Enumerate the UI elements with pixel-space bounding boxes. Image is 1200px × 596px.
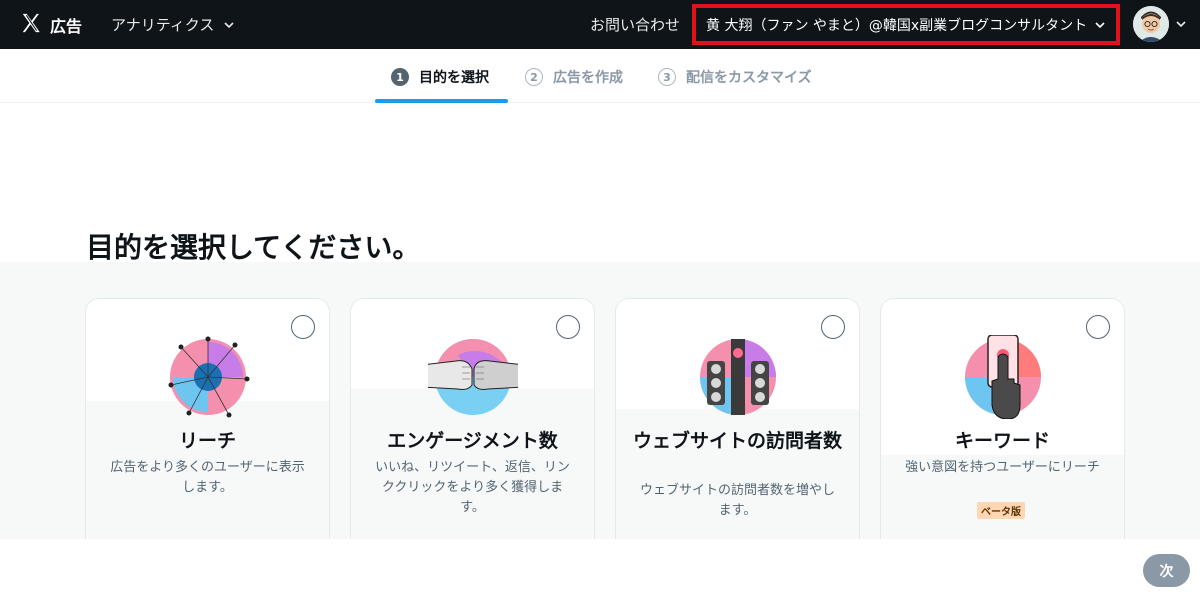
- brand-label[interactable]: 広告: [50, 13, 82, 37]
- step-number: 1: [391, 68, 409, 86]
- step-label: 配信をカスタマイズ: [686, 70, 812, 86]
- card-description: いいね、リツイート、返信、リンククリックをより多く獲得します。: [375, 460, 570, 515]
- traffic-light-icon: [699, 339, 776, 415]
- objective-radio[interactable]: [821, 315, 845, 339]
- card-description: 強い意図を持つユーザーにリーチ: [905, 460, 1100, 475]
- next-button[interactable]: 次: [1143, 554, 1190, 587]
- objective-card-reach[interactable]: リーチ 広告をより多くのユーザーに表示します。: [85, 298, 330, 539]
- card-title: リーチ: [178, 430, 236, 452]
- objective-radio[interactable]: [291, 315, 315, 339]
- fist-bump-icon: [427, 339, 518, 415]
- step-label: 広告を作成: [553, 70, 623, 86]
- card-title: キーワード: [954, 430, 1050, 452]
- chevron-down-icon: [1095, 21, 1105, 28]
- analytics-menu[interactable]: アナリティクス: [111, 14, 236, 35]
- step-select-objective[interactable]: 1 目的を選択: [391, 67, 489, 87]
- active-step-underline: [375, 99, 508, 103]
- card-description: 広告をより多くのユーザーに表示します。: [110, 460, 305, 495]
- objective-radio[interactable]: [1086, 315, 1110, 339]
- objective-radio[interactable]: [556, 315, 580, 339]
- step-indicator: 1 目的を選択 2 広告を作成 3 配信をカスタマイズ: [0, 49, 1200, 103]
- step-number: 3: [658, 68, 676, 86]
- contact-link[interactable]: お問い合わせ: [590, 14, 680, 35]
- beta-badge: ベータ版: [977, 502, 1025, 519]
- account-name: 黄 大翔（ファン やまと）@韓国x副業ブログコンサルタント: [706, 17, 1088, 34]
- step-customize-delivery[interactable]: 3 配信をカスタマイズ: [658, 67, 812, 87]
- top-navigation-bar: 広告 アナリティクス お問い合わせ 黄 大翔（ファン やまと）@韓国x副業ブログ…: [0, 0, 1200, 49]
- objective-card-keywords[interactable]: キーワード 強い意図を持つユーザーにリーチ ベータ版: [880, 298, 1125, 539]
- account-switcher[interactable]: 黄 大翔（ファン やまと）@韓国x副業ブログコンサルタント: [692, 4, 1120, 45]
- objective-card-engagement[interactable]: エンゲージメント数 いいね、リツイート、返信、リンククリックをより多く獲得します…: [350, 298, 595, 539]
- page-title: 目的を選択してください。: [86, 231, 421, 264]
- step-label: 目的を選択: [419, 70, 489, 86]
- chevron-down-icon: [224, 21, 234, 28]
- step-number: 2: [525, 68, 543, 86]
- card-description: ウェブサイトの訪問者数を増やします。: [639, 483, 835, 518]
- card-title: ウェブサイトの訪問者数: [632, 430, 842, 452]
- x-logo-icon[interactable]: [20, 12, 42, 34]
- reach-network-icon: [168, 336, 249, 418]
- hand-phone-icon: [964, 335, 1041, 419]
- objective-card-website-visitors[interactable]: ウェブサイトの訪問者数 ウェブサイトの訪問者数を増やします。: [615, 298, 860, 539]
- step-create-ad[interactable]: 2 広告を作成: [525, 67, 623, 87]
- avatar[interactable]: [1133, 6, 1169, 42]
- avatar-image: [1133, 6, 1169, 42]
- chevron-down-icon[interactable]: [1174, 17, 1188, 31]
- analytics-label: アナリティクス: [111, 16, 215, 34]
- card-title: エンゲージメント数: [387, 430, 558, 452]
